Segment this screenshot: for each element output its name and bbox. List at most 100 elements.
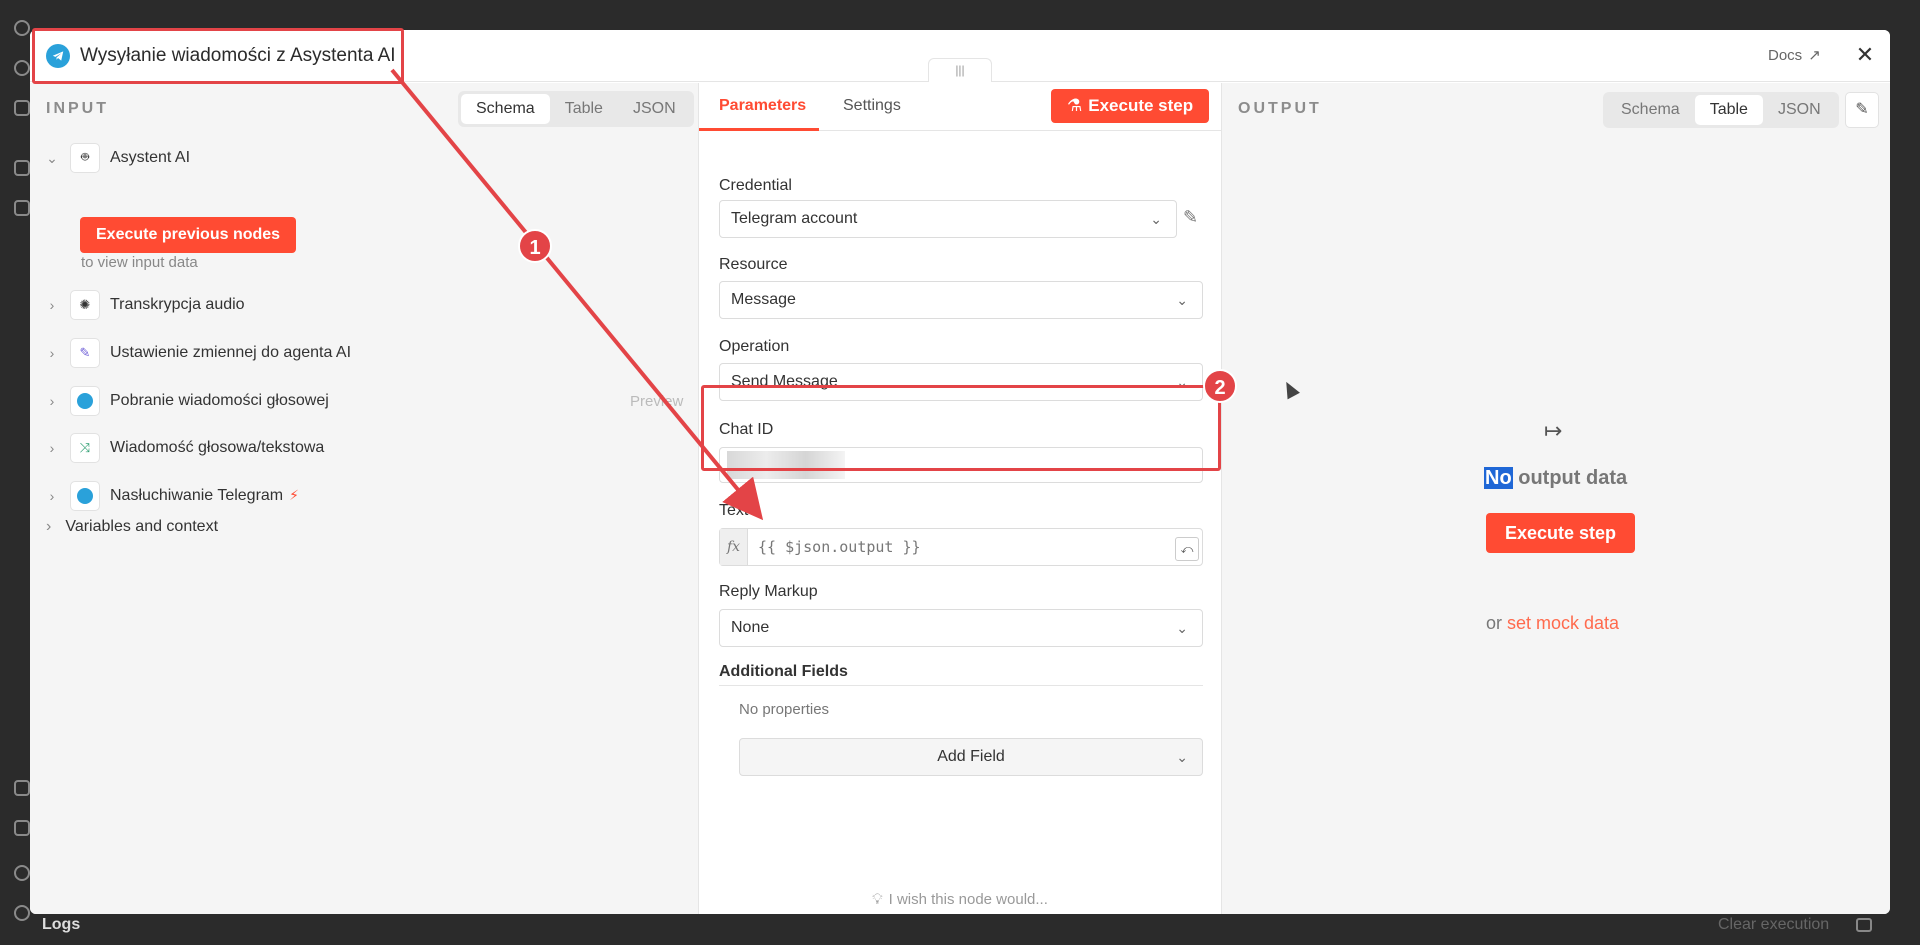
edit-output-icon[interactable]: ✎ [1845,92,1879,128]
set-mock-data-link[interactable]: set mock data [1507,613,1619,633]
chat-icon[interactable] [14,200,30,216]
or-label: or [1486,613,1508,633]
output-tab-schema[interactable]: Schema [1606,95,1695,125]
chevron-down-icon[interactable]: ⌄ [46,150,58,167]
feedback-label: I wish this node would... [888,891,1048,908]
search-icon[interactable] [14,60,30,76]
flask-icon: ⚗︎ [1067,96,1083,115]
fx-icon: fx [720,529,748,565]
docs-label: Docs [1768,46,1803,64]
close-icon[interactable]: ✕ [1852,42,1878,68]
resource-label: Resource [719,256,788,273]
reply-markup-value: None [731,619,770,636]
chevron-right-icon[interactable]: › [46,345,58,361]
logs-toggle-icon[interactable] [1856,918,1872,932]
clear-execution-button[interactable]: Clear execution [1718,916,1829,934]
expression-expand-icon[interactable]: ⤺ [1175,537,1199,561]
output-pane: OUTPUT Schema Table JSON ✎ ↦ No output d… [1222,83,1890,914]
add-field-label: Add Field [937,748,1005,765]
edit-credential-icon[interactable]: ✎ [1183,207,1198,228]
drag-handle[interactable]: ||| [928,58,992,82]
node-detail-modal: Wysyłanie wiadomości z Asystenta AI Docs… [30,30,1890,914]
robot-icon: 🤖︎ [70,143,100,173]
tree-node-label-trigger: Nasłuchiwanie Telegram ⚡︎ [110,487,299,505]
output-tab-json[interactable]: JSON [1763,95,1836,125]
app-sidebar [0,0,30,945]
tree-node-ustawienie[interactable]: › ✎ Ustawienie zmiennej do agenta AI [30,337,698,369]
openai-icon: ✺ [70,290,100,320]
help-icon[interactable] [14,865,30,881]
chevron-right-icon[interactable]: › [46,440,58,456]
credential-label: Credential [719,177,792,194]
chevron-down-icon: ⌄ [1150,211,1162,227]
input-tab-schema[interactable]: Schema [461,94,550,124]
telegram-icon [70,386,100,416]
input-label: INPUT [46,100,109,117]
feedback-link[interactable]: 💡︎ I wish this node would... [699,891,1221,908]
docs-link[interactable]: Docs ↗ [1768,46,1821,65]
tree-node-pobranie[interactable]: › Pobranie wiadomości głosowej Preview [30,385,698,417]
resource-select[interactable]: Message ⌄ [719,281,1203,319]
chevron-down-icon: ⌄ [1176,292,1188,308]
logs-bar [30,914,1920,945]
mock-data-hint: or set mock data [1486,613,1619,634]
template-icon[interactable] [14,780,30,796]
execute-step-output-button[interactable]: Execute step [1486,513,1636,553]
execute-step-button[interactable]: ⚗︎ Execute step [1051,89,1210,123]
tree-node-label: Pobranie wiadomości głosowej [110,392,329,409]
switch-icon: ⤨ [70,433,100,463]
chevron-down-icon: ⌄ [1176,620,1188,636]
tree-node-nasluchiwanie[interactable]: › Nasłuchiwanie Telegram ⚡︎ [30,480,698,512]
panel-icon[interactable] [14,100,30,116]
preview-badge[interactable]: Preview [630,393,683,410]
reply-markup-label: Reply Markup [719,583,818,600]
no-output-rest: output data [1512,467,1628,489]
edit-icon: ✎ [70,338,100,368]
chevron-right-icon[interactable]: › [46,393,58,409]
insights-icon[interactable] [14,820,30,836]
output-label: OUTPUT [1238,100,1322,117]
tree-node-wiadomosc[interactable]: › ⤨ Wiadomość głosowa/tekstowa [30,432,698,464]
tree-node-label: Ustawienie zmiennej do agenta AI [110,344,352,361]
reply-markup-select[interactable]: None ⌄ [719,609,1203,647]
parameter-tabs: Parameters Settings ⚗︎ Execute step [699,83,1221,131]
input-view-switch: Schema Table JSON [458,91,694,127]
home-icon[interactable] [14,160,30,176]
resource-value: Message [731,291,796,308]
annotation-badge-1: 1 [518,229,552,263]
chevron-right-icon[interactable]: › [46,297,58,313]
tree-node-label: Transkrypcja audio [110,296,245,313]
chevron-right-icon[interactable]: › [46,518,51,535]
execute-previous-nodes-button[interactable]: Execute previous nodes [80,217,297,253]
settings-icon[interactable] [14,905,30,921]
credential-select[interactable]: Telegram account ⌄ [719,200,1177,238]
text-label: Text [719,502,749,519]
no-properties-text: No properties [739,701,830,718]
add-field-button[interactable]: Add Field ⌄ [739,738,1203,776]
annotation-box-title [32,28,404,84]
no-output-text: No output data [1484,467,1627,490]
tab-parameters[interactable]: Parameters [719,97,806,115]
additional-fields-label: Additional Fields [719,663,848,680]
external-link-icon: ↗ [1808,47,1821,64]
tree-node-transkrypcja[interactable]: › ✺ Transkrypcja audio [30,289,698,321]
text-expression-input[interactable]: fx {{ $json.output }} ⤺ [719,528,1203,566]
credential-value: Telegram account [731,210,858,227]
input-pane: INPUT Schema Table JSON ⌄ 🤖︎ Asystent AI… [30,83,698,914]
parameters-pane: Parameters Settings ⚗︎ Execute step Crede… [698,83,1222,914]
add-icon[interactable] [14,20,30,36]
input-tab-table[interactable]: Table [550,94,618,124]
tab-settings[interactable]: Settings [843,97,901,115]
variables-label: Variables and context [65,518,219,535]
input-tab-json[interactable]: JSON [618,94,691,124]
operation-label: Operation [719,338,790,355]
variables-and-context[interactable]: › Variables and context [46,518,218,536]
output-tab-table[interactable]: Table [1694,95,1763,125]
tree-node-label: Nasłuchiwanie Telegram [110,487,284,504]
chevron-down-icon: ⌄ [1176,749,1188,765]
text-expression-value: {{ $json.output }} [758,538,921,556]
chevron-right-icon[interactable]: › [46,488,58,504]
logs-label[interactable]: Logs [42,916,80,934]
output-view-switch: Schema Table JSON [1603,92,1839,128]
tree-node-asystent[interactable]: ⌄ 🤖︎ Asystent AI [30,142,698,174]
